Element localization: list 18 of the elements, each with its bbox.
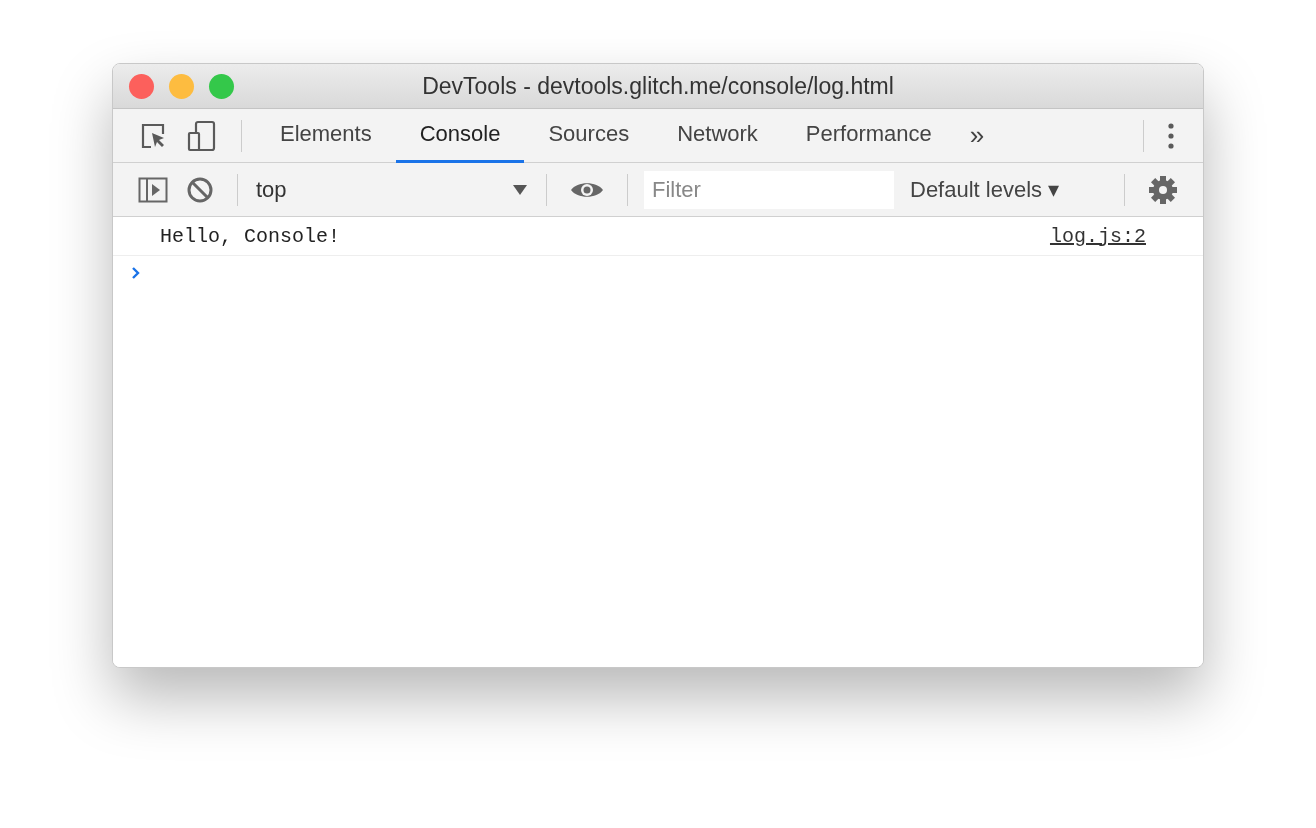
log-message: Hello, Console! <box>160 224 341 248</box>
source-link[interactable]: log.js:2 <box>1050 224 1146 248</box>
filter-field[interactable]: Filter <box>644 170 894 209</box>
more-tabs-button[interactable]: » <box>955 120 999 151</box>
tab[interactable]: Elements <box>256 108 396 163</box>
caret-icon <box>512 183 528 196</box>
settings-icon[interactable] <box>1148 174 1178 205</box>
tab[interactable]: Network <box>653 108 782 163</box>
sidebar-toggle-icon[interactable] <box>138 176 168 203</box>
levels-dropdown[interactable]: Default levels ▾ <box>894 176 1076 203</box>
window-title: DevTools - devtools.glitch.me/console/log.html <box>421 72 895 100</box>
prompt-icon <box>131 266 141 280</box>
context-dropdown[interactable]: top <box>252 176 532 203</box>
tab[interactable]: Sources <box>524 108 654 163</box>
menu-icon[interactable] <box>1167 121 1175 150</box>
device-icon[interactable] <box>186 119 218 152</box>
clear-icon[interactable] <box>186 175 214 204</box>
tab[interactable]: Performance <box>781 108 956 163</box>
